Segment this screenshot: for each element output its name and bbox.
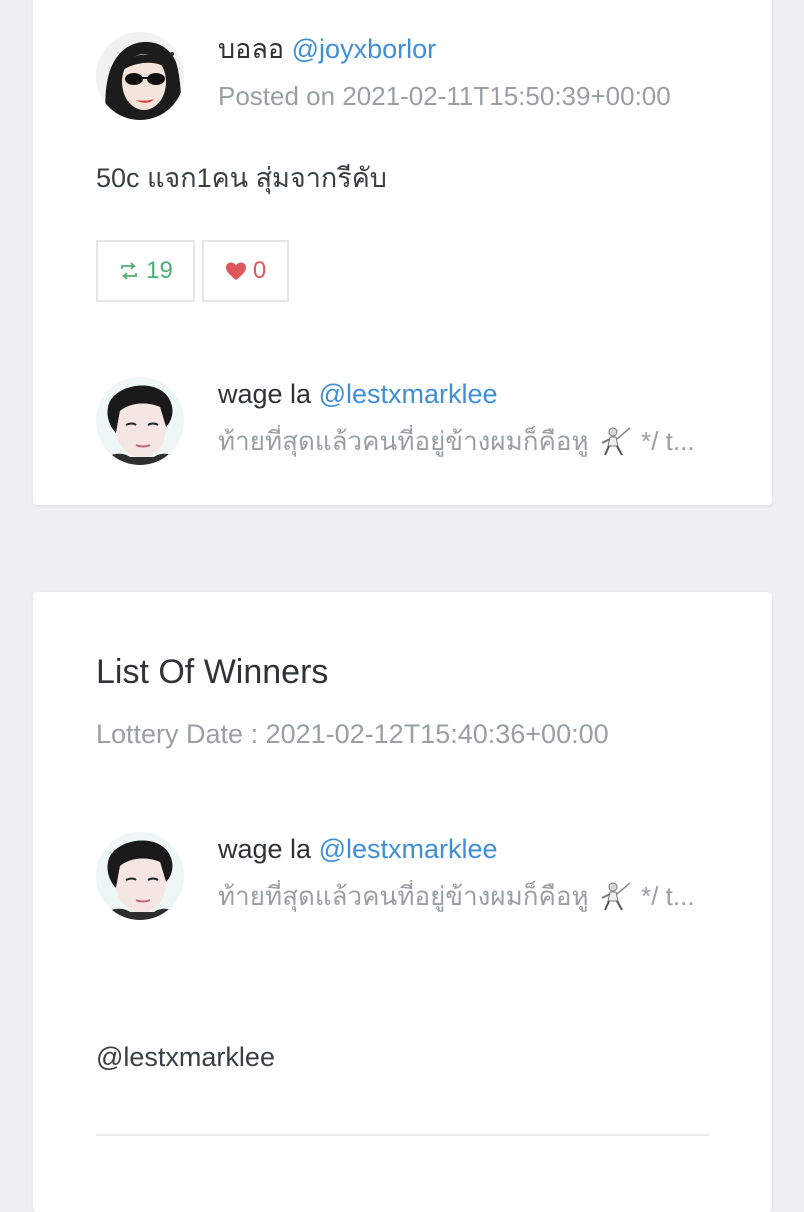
author-name-line: บอลอ @joyxborlor [218, 32, 718, 66]
winner-display-name: wage la [218, 834, 312, 864]
retweet-count-button[interactable]: 19 [96, 240, 195, 302]
like-count-button[interactable]: 0 [202, 240, 289, 302]
winner-handle-text: @lestxmarklee [96, 1042, 275, 1072]
participant-entry[interactable]: wage la @lestxmarklee ท้ายที่สุดแล้วคนที… [96, 377, 716, 467]
participant-display-name: wage la [218, 379, 312, 409]
winner-avatar[interactable] [96, 832, 184, 920]
retweet-count: 19 [146, 257, 173, 284]
author-handle-link[interactable]: @joyxborlor [292, 34, 436, 64]
winner-bio-suffix: */ t... [641, 881, 695, 911]
winner-handle-link[interactable]: @lestxmarklee [319, 834, 498, 864]
winner-bio: ท้ายที่สุดแล้วคนที่อยู่ข้างผมก็คือหู */ … [218, 880, 708, 912]
giveaway-post-card: บอลอ @joyxborlor Posted on 2021-02-11T15… [33, 0, 772, 505]
participant-bio-text: ท้ายที่สุดแล้วคนที่อยู่ข้างผมก็คือหู [218, 426, 589, 456]
author-avatar[interactable] [96, 32, 184, 120]
participant-avatar[interactable] [96, 377, 184, 465]
winner-name-line: wage la @lestxmarklee [218, 832, 718, 866]
fencer-emoji-icon [601, 882, 631, 911]
author-display-name: บอลอ [218, 34, 285, 64]
winner-bio-text: ท้ายที่สุดแล้วคนที่อยู่ข้างผมก็คือหู [218, 881, 589, 911]
participant-name-line: wage la @lestxmarklee [218, 377, 718, 411]
post-author[interactable]: บอลอ @joyxborlor Posted on 2021-02-11T15… [96, 32, 716, 122]
avatar-young-man-icon [96, 377, 184, 465]
heart-icon [225, 262, 246, 280]
participant-handle-link[interactable]: @lestxmarklee [319, 379, 498, 409]
posted-on-timestamp: Posted on 2021-02-11T15:50:39+00:00 [218, 81, 671, 111]
divider [96, 1134, 709, 1136]
fencer-emoji-icon [601, 427, 631, 456]
avatar-young-man-icon [96, 832, 184, 920]
post-text: 50c แจก1คน สุ่มจากรีคับ [96, 163, 387, 193]
avatar-woman-sunglasses-icon [96, 32, 184, 120]
retweet-icon [121, 262, 138, 280]
like-count: 0 [252, 257, 267, 284]
winners-card: List Of Winners Lottery Date : 2021-02-1… [33, 592, 772, 1212]
participant-bio-suffix: */ t... [641, 426, 695, 456]
winners-title: List Of Winners [96, 653, 329, 691]
lottery-date: Lottery Date : 2021-02-12T15:40:36+00:00 [96, 719, 609, 749]
winner-entry[interactable]: wage la @lestxmarklee ท้ายที่สุดแล้วคนที… [96, 832, 716, 922]
participant-bio: ท้ายที่สุดแล้วคนที่อยู่ข้างผมก็คือหู */ … [218, 425, 708, 457]
